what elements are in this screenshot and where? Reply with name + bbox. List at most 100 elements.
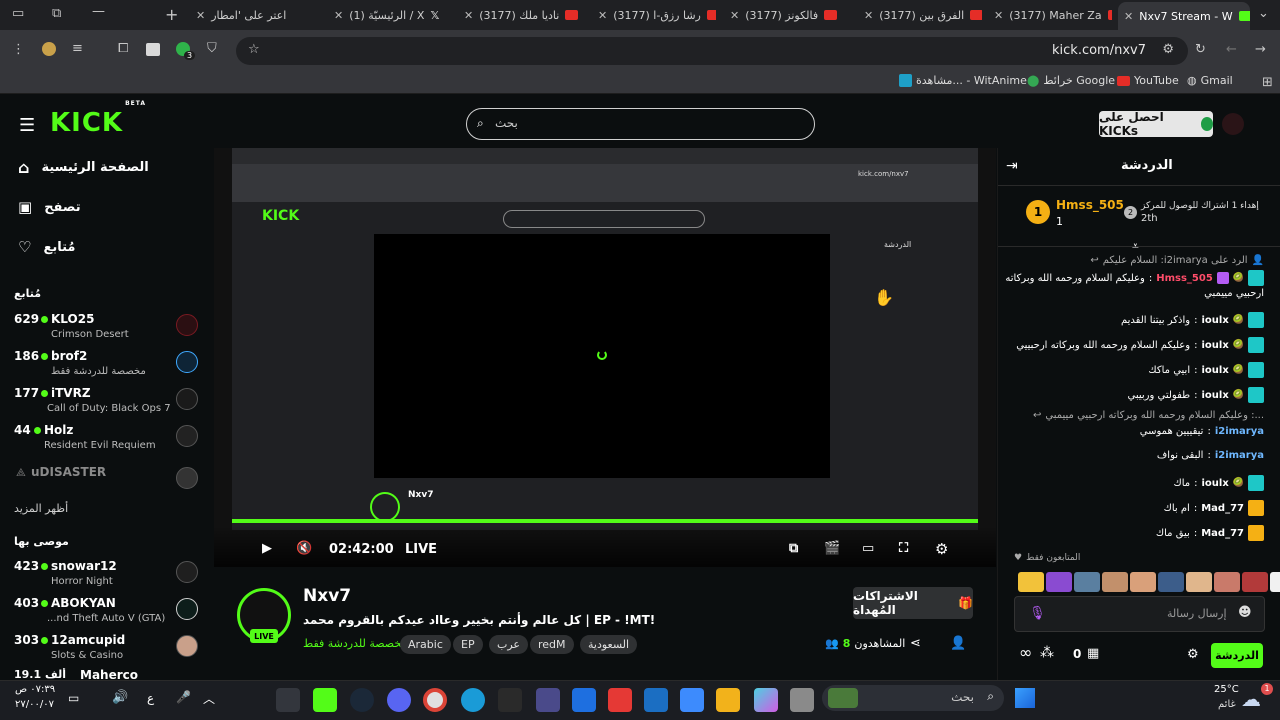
reload-icon[interactable]: ↻ — [1195, 42, 1206, 57]
sidebar-item-home[interactable]: ⌂ الصفحة الرئيسية — [18, 158, 149, 177]
stream-tag[interactable]: Arabic — [400, 635, 451, 654]
emote-icon[interactable] — [1270, 572, 1280, 592]
copilot-icon[interactable] — [754, 688, 778, 712]
sidebar-item-browse[interactable]: ▣ تصفح — [18, 198, 81, 216]
stream-tag[interactable]: redM — [530, 635, 574, 654]
start-menu-icon[interactable] — [1015, 688, 1035, 708]
stream-category[interactable]: مخصصة للدردشة فقط — [303, 637, 407, 650]
browser-tab[interactable]: ✕ (3177) رشا رزق-ا — [592, 4, 716, 26]
bookmark-youtube[interactable]: YouTube — [1117, 74, 1179, 87]
emote-icon[interactable] — [1018, 572, 1044, 592]
channel-item[interactable]: 186 brof2 مخصصة للدردشة فقط — [14, 349, 200, 385]
app-icon[interactable] — [313, 688, 337, 712]
kicks-store-icon[interactable]: ▦ — [1087, 646, 1099, 661]
chat-message[interactable]: 🥝 ioulx: ماك — [1173, 475, 1264, 491]
weather-cloud-icon[interactable]: ☁ — [1241, 687, 1261, 711]
store-icon[interactable] — [680, 688, 704, 712]
emote-icon[interactable] — [1074, 572, 1100, 592]
emote-icon[interactable] — [1242, 572, 1268, 592]
streamer-name[interactable]: Nxv7 — [303, 586, 351, 606]
follow-user-icon[interactable]: 👤 — [950, 636, 966, 651]
app-icon[interactable] — [536, 688, 560, 712]
outlook-icon[interactable] — [644, 688, 668, 712]
browser-tab[interactable]: ✕ (3177) Maher Za — [988, 4, 1112, 26]
close-tab-icon[interactable]: ✕ — [196, 9, 205, 22]
channel-item[interactable]: 19.1 ألف Maherco — [14, 668, 200, 680]
browser-menu-icon[interactable]: ⋮ — [12, 42, 25, 57]
close-tab-icon[interactable]: ✕ — [864, 9, 873, 22]
emote-icon[interactable] — [1214, 572, 1240, 592]
fullscreen-icon[interactable]: ⛶ — [899, 541, 908, 556]
app-icon[interactable] — [608, 688, 632, 712]
chat-settings-icon[interactable]: ⚙ — [1187, 647, 1199, 662]
browser-tab[interactable]: ✕ (3177) ناديا ملك — [458, 4, 586, 26]
pin-icon[interactable]: ⩡ — [1132, 239, 1139, 254]
speaker-icon[interactable]: 🔊 — [112, 690, 128, 705]
pinned-gift-leader[interactable]: 1 Hmss_505 1 2 إهداء 1 اشتراك للوصول للم… — [1026, 198, 1276, 230]
site-settings-icon[interactable]: ⚙ — [1162, 42, 1174, 57]
battery-icon[interactable]: ▭ — [68, 691, 79, 705]
chat-send-button[interactable]: الدردشة — [1211, 643, 1263, 668]
channel-item[interactable]: 44 Holz Resident Evil Requiem — [14, 423, 200, 459]
browser-tab-active[interactable]: ✕ Nxv7 Stream - W — [1118, 2, 1250, 30]
mute-icon[interactable]: 🔇 — [296, 541, 312, 556]
extension-icon[interactable] — [42, 42, 56, 56]
weather-temp[interactable]: 25°C — [1214, 684, 1239, 695]
close-tab-icon[interactable]: ✕ — [598, 9, 607, 22]
close-tab-icon[interactable]: ✕ — [1124, 10, 1133, 23]
live-indicator[interactable]: LIVE — [405, 542, 437, 557]
close-tab-icon[interactable]: ✕ — [730, 9, 739, 22]
channel-item[interactable]: 177 iTVRZ Call of Duty: Black Ops 7 — [14, 386, 200, 422]
extensions-puzzle-icon[interactable]: ⧠ — [118, 41, 128, 56]
chat-message[interactable]: i2imarya: البقى نواف — [1157, 450, 1264, 461]
infinity-icon[interactable]: ∞ — [1019, 643, 1032, 662]
taskbar-search[interactable]: ⌕ بحث — [822, 685, 1004, 711]
kick-logo[interactable]: KICKBETA — [50, 100, 145, 138]
shield-icon[interactable]: ⛉ — [207, 41, 217, 56]
channel-item[interactable]: 403 ABOKYAN ...nd Theft Auto V (GTA) — [14, 596, 200, 632]
address-bar[interactable]: ☆ kick.com/nxv7 ⚙ — [236, 37, 1188, 65]
channel-item[interactable]: 423 snowar12 Horror Night — [14, 559, 200, 595]
chat-message-input[interactable]: إرسال رسالة ☻ 🎙 — [1014, 596, 1265, 632]
restore-window-icon[interactable]: ⧉ — [52, 6, 61, 21]
channel-item[interactable]: 303 12amcupid Slots & Casino — [14, 633, 200, 669]
share-icon[interactable]: ⋖ — [910, 636, 921, 651]
search-input[interactable]: بحث ⌕ — [466, 108, 815, 140]
progress-bar[interactable] — [232, 519, 978, 523]
settings-gear-icon[interactable]: ⚙ — [935, 540, 948, 558]
video-player[interactable]: kick.com/nxv7 KICK الدردشة Nxv7 ✋ — [214, 148, 996, 567]
channel-item[interactable]: 629 KLO25 Crimson Desert — [14, 312, 200, 348]
emote-icon[interactable] — [1158, 572, 1184, 592]
browser-tab[interactable]: ✕ اعتر على 'امطار — [190, 4, 320, 26]
emote-icon[interactable] — [1046, 572, 1072, 592]
play-icon[interactable]: ▶ — [262, 541, 272, 556]
gift-cluster-icon[interactable]: ⁂ — [1040, 645, 1054, 661]
get-kicks-button[interactable]: احصل على KICKs — [1099, 110, 1213, 138]
chat-message[interactable]: 🥝 ioulx: ابيي ماكك — [1148, 362, 1264, 378]
close-tab-icon[interactable]: ✕ — [334, 9, 343, 22]
clock-date[interactable]: ٢٧/٠٠/٠٧ — [15, 699, 54, 710]
stream-tag[interactable]: عرب — [489, 635, 528, 654]
chat-message[interactable]: 🥝 ioulx: وعليكم السلام ورحمه الله وبركات… — [1016, 337, 1264, 353]
user-avatar[interactable] — [1222, 113, 1244, 135]
emote-icon[interactable] — [1186, 572, 1212, 592]
stream-tag[interactable]: السعودية — [580, 635, 638, 654]
channel-item-offline[interactable]: ⟁ uDISASTER — [14, 465, 200, 501]
chat-message[interactable]: Mad_77: بيق ماك — [1156, 525, 1264, 541]
show-hidden-icons-icon[interactable]: ︿ — [203, 690, 215, 707]
edge-icon[interactable] — [461, 688, 485, 712]
files-icon[interactable] — [790, 688, 814, 712]
all-bookmarks-icon[interactable]: ⊞ — [1262, 75, 1273, 90]
bookmark-star-icon[interactable]: ☆ — [248, 42, 260, 57]
clip-icon[interactable]: 🎬 — [824, 541, 840, 556]
pip-icon[interactable]: ⧉ — [789, 541, 798, 556]
explorer-icon[interactable] — [716, 688, 740, 712]
forward-icon[interactable]: ← — [1226, 42, 1237, 57]
chat-message[interactable]: 🥝 ioulx: واذكر بيتنا القديم — [1121, 312, 1264, 328]
chat-message[interactable]: i2imarya: تيقييين هموسي — [1140, 426, 1264, 437]
emoji-icon[interactable]: ☻ — [1238, 605, 1252, 620]
language-indicator[interactable]: ع — [147, 691, 154, 705]
bookmark-gmail[interactable]: ◍ Gmail — [1187, 74, 1233, 87]
bookmark-witanime[interactable]: مشاهدة... - WitAnime — [899, 74, 1027, 87]
close-tab-icon[interactable]: ✕ — [464, 9, 473, 22]
